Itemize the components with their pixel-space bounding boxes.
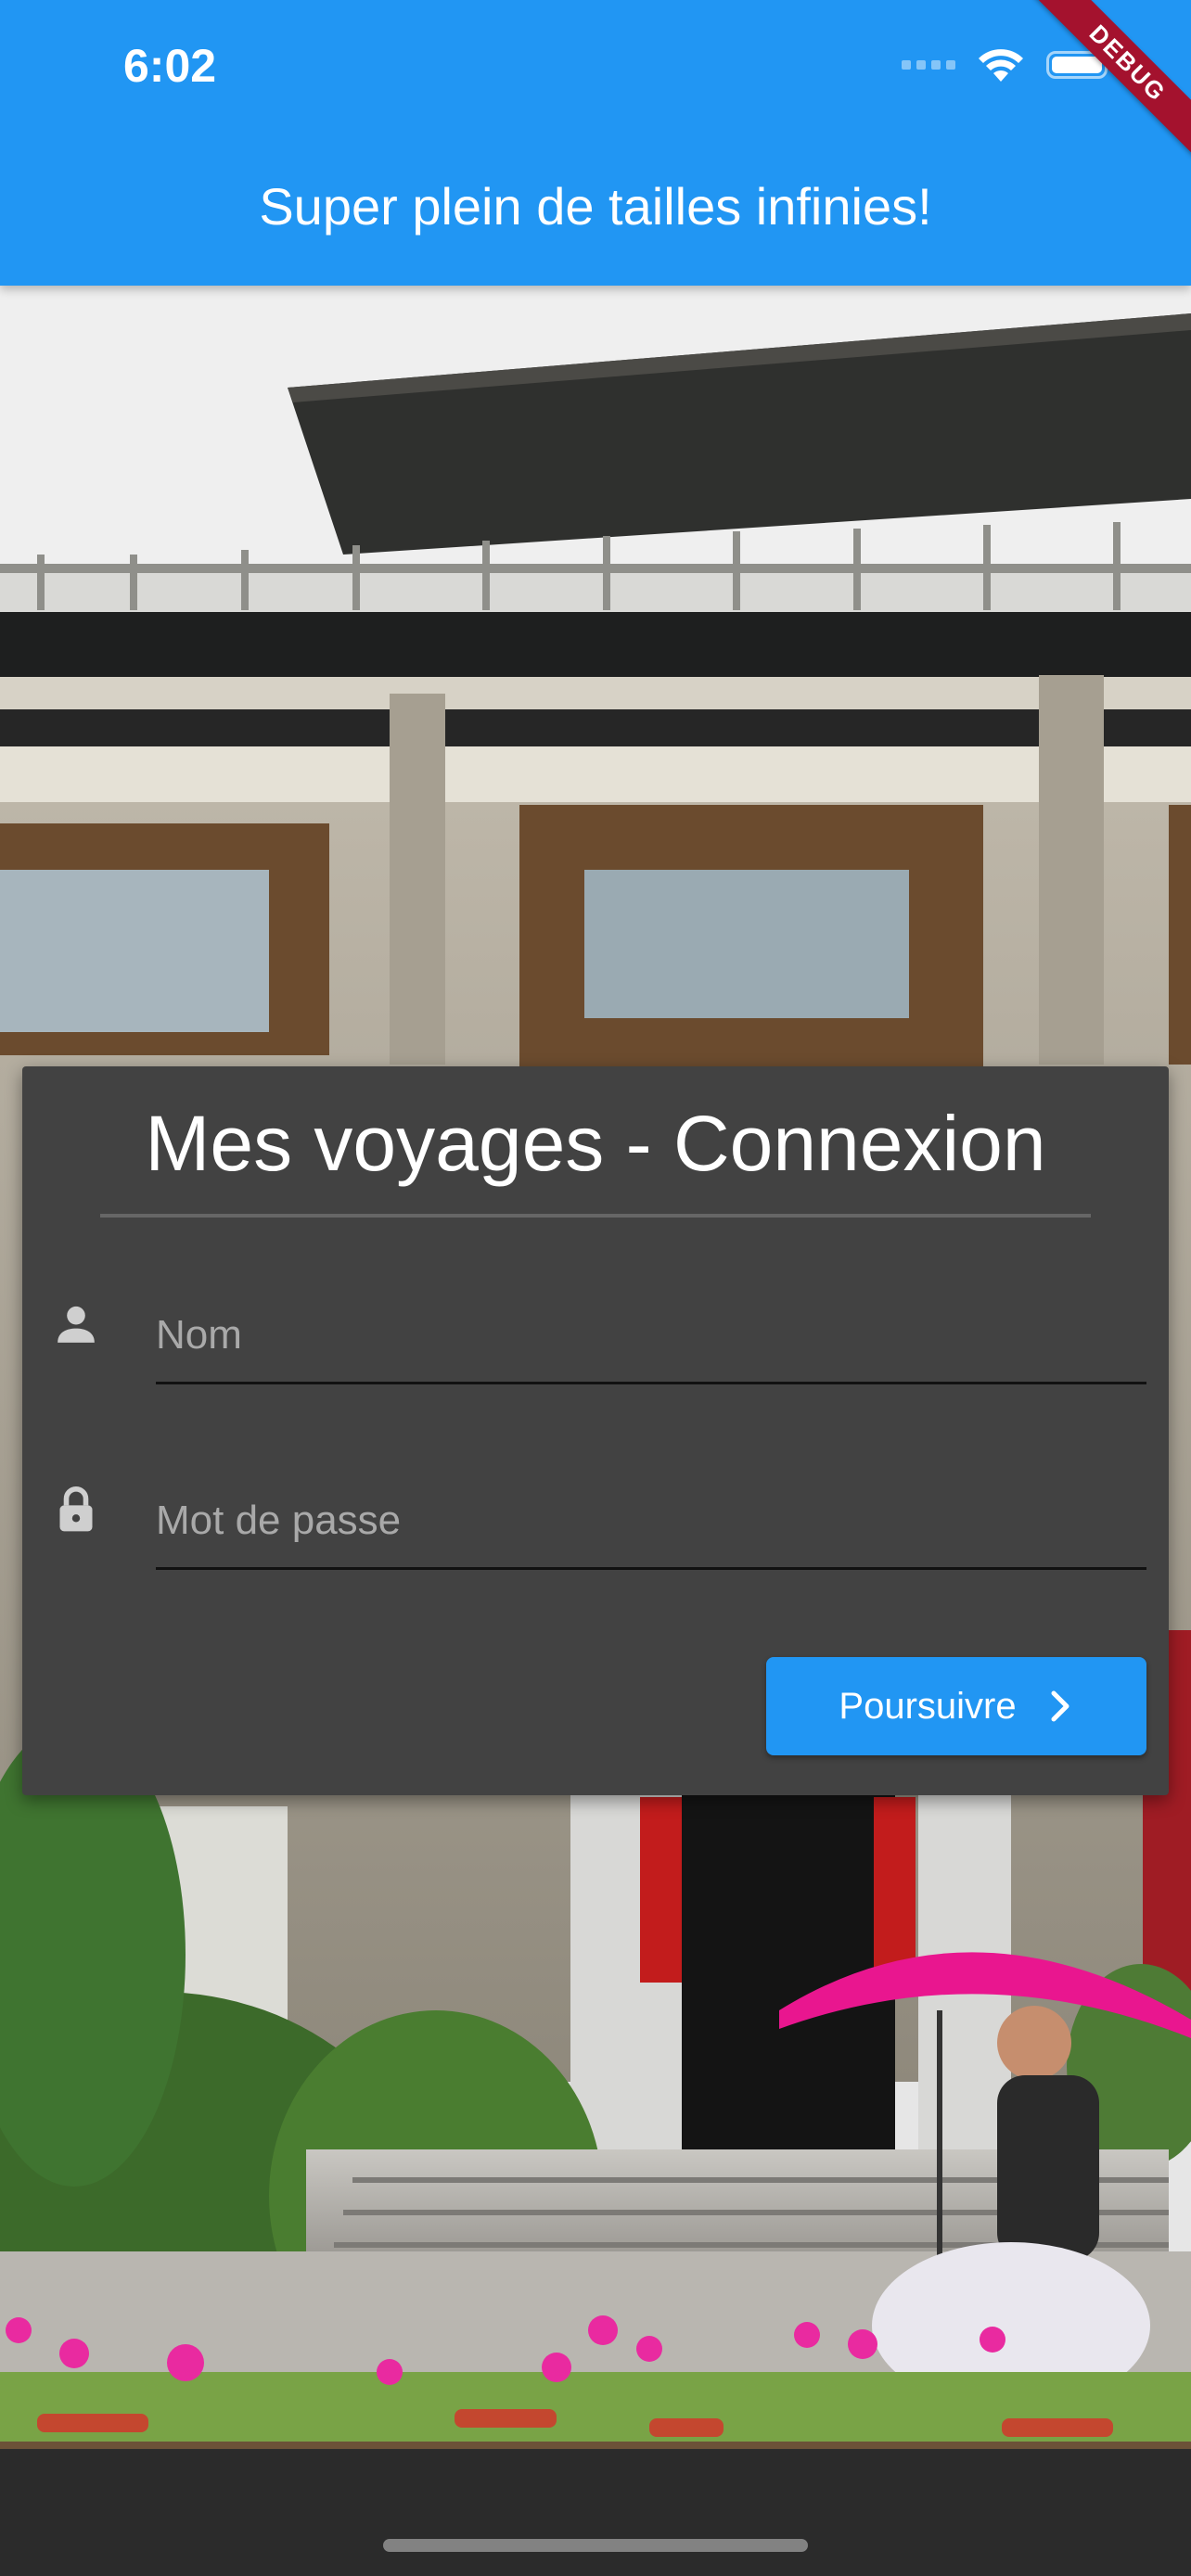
wifi-icon [979,49,1023,82]
continue-button-label: Poursuivre [839,1685,1017,1727]
person-icon [58,1306,95,1343]
lock-icon [59,1486,93,1532]
name-input[interactable] [156,1289,1146,1384]
login-card: Mes voyages - Connexion Poursuivre [22,1066,1169,1795]
app-bar-title: Super plein de tailles infinies! [259,177,932,236]
password-input[interactable] [156,1474,1146,1570]
password-field-row [22,1474,1169,1613]
login-card-title: Mes voyages - Connexion [145,1100,1046,1187]
app-bar: 6:02 Super plein de tailles infinies! [0,0,1191,286]
chevron-right-icon [1051,1690,1069,1722]
status-icons [902,46,1113,83]
home-indicator[interactable] [383,2539,808,2552]
cellular-signal-icon [902,60,955,70]
title-divider [100,1214,1091,1218]
status-time: 6:02 [123,40,217,92]
continue-button[interactable]: Poursuivre [766,1657,1146,1755]
name-field-row [22,1289,1169,1428]
